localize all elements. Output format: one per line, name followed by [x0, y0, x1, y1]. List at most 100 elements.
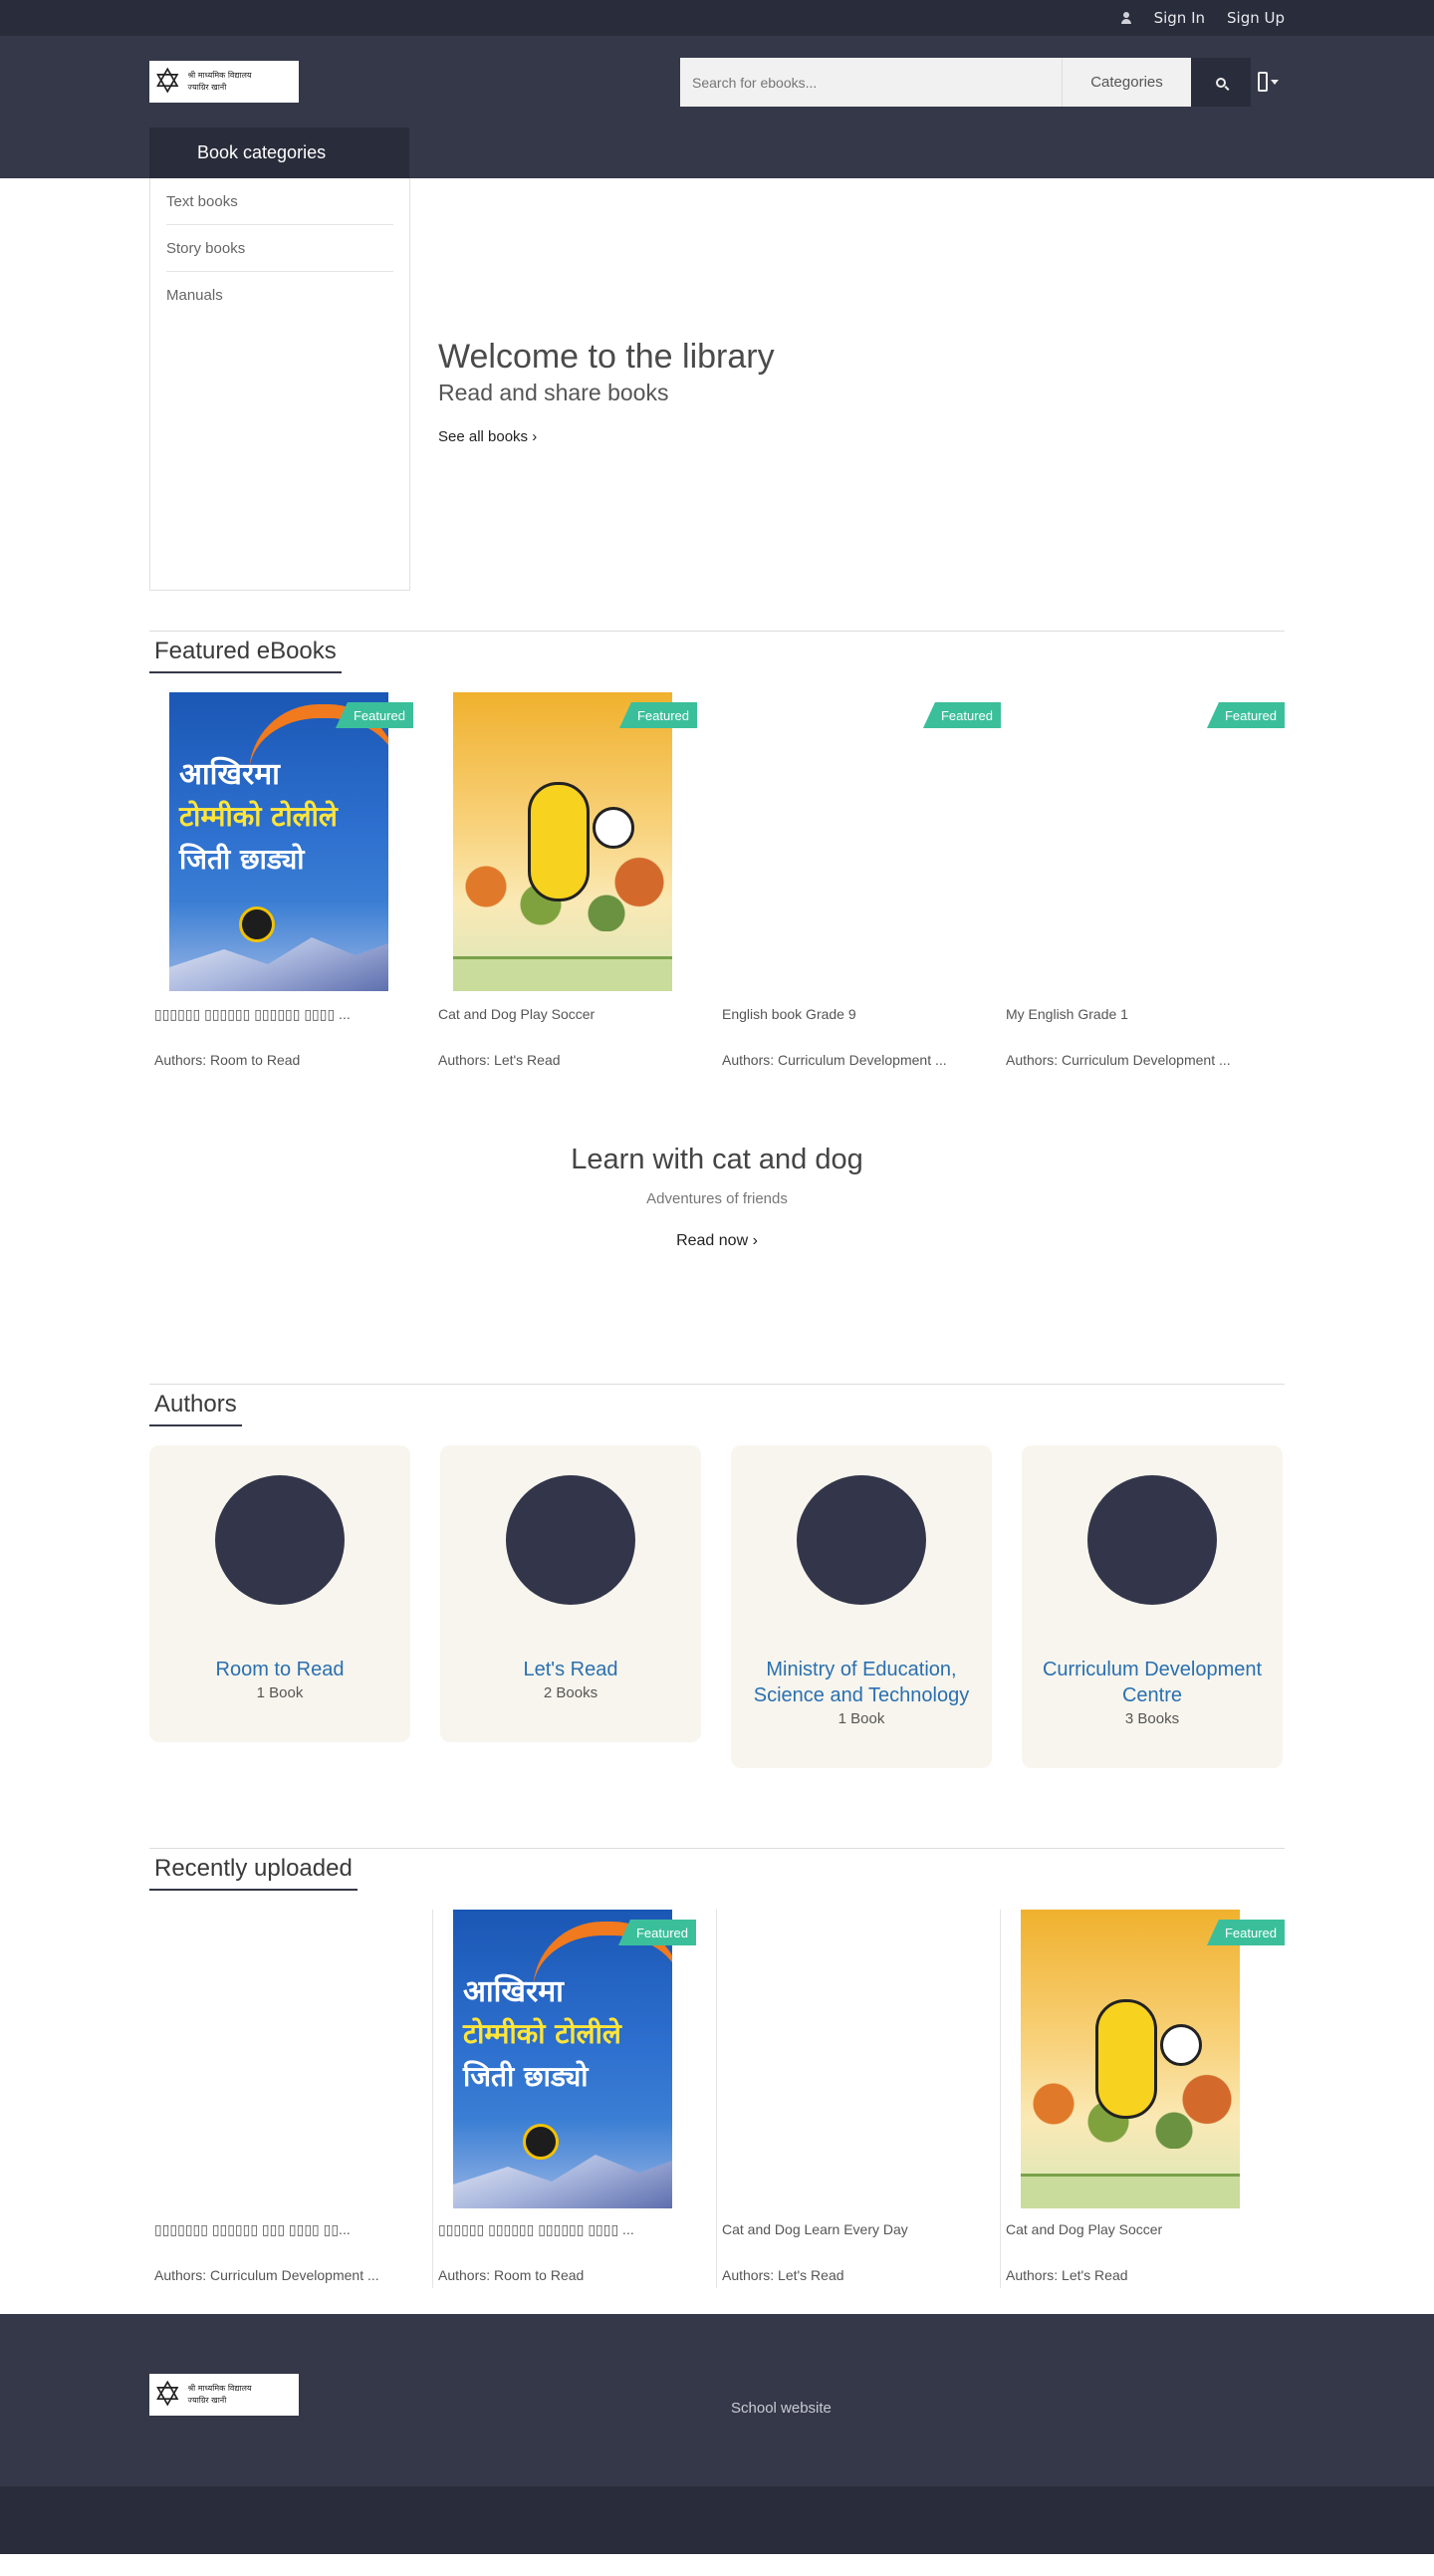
book-categories-header[interactable]: Book categories: [149, 128, 409, 178]
book-card[interactable]: ▯▯▯▯▯▯▯ ▯▯▯▯▯▯ ▯▯▯ ▯▯▯▯ ▯▯... Authors: C…: [149, 1910, 433, 2288]
categories-dropdown[interactable]: Categories: [1062, 58, 1191, 107]
recent-heading: Recently uploaded: [149, 1849, 358, 1891]
book-card[interactable]: Featured My English Grade 1 Authors: Cur…: [1001, 692, 1285, 1068]
book-title[interactable]: ▯▯▯▯▯▯▯ ▯▯▯▯▯▯ ▯▯▯ ▯▯▯▯ ▯▯...: [154, 2221, 398, 2238]
recent-section: Recently uploaded ▯▯▯▯▯▯▯ ▯▯▯▯▯▯ ▯▯▯ ▯▯▯…: [149, 1848, 1285, 2288]
featured-badge: Featured: [1206, 702, 1285, 728]
featured-badge: Featured: [1206, 1920, 1285, 1945]
promo-banner: Learn with cat and dog Adventures of fri…: [149, 1111, 1285, 1342]
arrow-right-icon: ›: [752, 1232, 758, 1249]
site-header: ✡ श्री माध्यमिक विद्यालय ज्याग्रिर खानी …: [0, 36, 1434, 178]
search-input[interactable]: [680, 58, 1062, 107]
logo-line-2: ज्याग्रिर खानी: [187, 83, 227, 92]
search-icon: [1216, 77, 1226, 88]
author-name[interactable]: Room to Read: [149, 1657, 410, 1682]
sidebar-item-story-books[interactable]: Story books: [166, 225, 393, 272]
hero-subtitle: Read and share books: [438, 380, 669, 405]
book-authors: Authors: Curriculum Development ...: [722, 1052, 947, 1068]
book-authors: Authors: Room to Read: [154, 1052, 301, 1068]
author-name[interactable]: Ministry of Education, Science and Techn…: [731, 1657, 992, 1708]
read-now-label: Read now: [676, 1232, 749, 1249]
arrow-right-icon: ›: [532, 428, 538, 445]
sidebar-item-manuals[interactable]: Manuals: [166, 272, 393, 319]
book-card[interactable]: आखिरमा टोम्मीको टोलीले जिती छाड्यो Featu…: [149, 692, 433, 1068]
search-button[interactable]: [1191, 58, 1251, 107]
featured-badge: Featured: [617, 1920, 696, 1945]
book-cover[interactable]: आखिरमा टोम्मीको टोलीले जिती छाड्यो: [169, 692, 388, 991]
sub-footer: [0, 2486, 1434, 2554]
book-card[interactable]: Featured Cat and Dog Play Soccer Authors…: [433, 692, 717, 1068]
author-name[interactable]: Let's Read: [440, 1657, 701, 1682]
author-book-count: 1 Book: [256, 1684, 304, 1701]
book-title[interactable]: My English Grade 1: [1006, 1006, 1250, 1022]
see-all-books-link[interactable]: See all books ›: [438, 428, 537, 445]
author-name[interactable]: Curriculum Development Centre: [1022, 1657, 1283, 1708]
promo-subtitle: Adventures of friends: [646, 1190, 788, 1207]
book-card[interactable]: Featured English book Grade 9 Authors: C…: [717, 692, 1001, 1068]
logo-line-1: श्री माध्यमिक विद्यालय: [187, 2384, 252, 2393]
star-of-david-icon: ✡: [153, 2375, 182, 2415]
book-title[interactable]: ▯▯▯▯▯▯ ▯▯▯▯▯▯ ▯▯▯▯▯▯ ▯▯▯▯ ...: [154, 1006, 398, 1023]
author-card[interactable]: Curriculum Development Centre 3 Books: [1022, 1445, 1283, 1768]
search-bar: Categories: [680, 58, 1191, 107]
logo-line-1: श्री माध्यमिक विद्यालय: [187, 71, 252, 80]
authors-heading: Authors: [149, 1385, 242, 1426]
author-card[interactable]: Ministry of Education, Science and Techn…: [731, 1445, 992, 1768]
book-cover[interactable]: [1021, 1910, 1240, 2208]
book-title[interactable]: English book Grade 9: [722, 1006, 966, 1022]
book-title[interactable]: Cat and Dog Play Soccer: [438, 1006, 682, 1022]
site-footer: ✡ श्री माध्यमिक विद्यालय ज्याग्रिर खानी …: [0, 2314, 1434, 2486]
book-card[interactable]: आखिरमा टोम्मीको टोलीले जिती छाड्यो Featu…: [433, 1910, 717, 2288]
featured-list: आखिरमा टोम्मीको टोलीले जिती छाड्यो Featu…: [149, 692, 1285, 1068]
hero-section: Text books Story books Manuals Welcome t…: [149, 178, 1285, 591]
avatar: [506, 1475, 635, 1605]
book-authors: Authors: Let's Read: [722, 2267, 844, 2283]
author-book-count: 2 Books: [543, 1684, 598, 1701]
book-authors: Authors: Let's Read: [438, 1052, 561, 1068]
footer-logo[interactable]: ✡ श्री माध्यमिक विद्यालय ज्याग्रिर खानी: [149, 2374, 299, 2416]
featured-section: Featured eBooks आखिरमा टोम्मीको टोलीले ज…: [149, 631, 1285, 1068]
star-of-david-icon: ✡: [153, 62, 182, 102]
author-card[interactable]: Let's Read 2 Books: [440, 1445, 701, 1742]
author-book-count: 3 Books: [1124, 1710, 1180, 1727]
cart-button[interactable]: [1258, 70, 1288, 94]
book-card[interactable]: Cat and Dog Learn Every Day Authors: Let…: [717, 1910, 1001, 2288]
sidebar-item-text-books[interactable]: Text books: [166, 178, 393, 225]
featured-badge: Featured: [335, 702, 413, 728]
hero-title: Welcome to the library: [438, 338, 775, 376]
avatar: [215, 1475, 345, 1605]
read-now-link[interactable]: Read now ›: [149, 1232, 1285, 1250]
featured-badge: Featured: [922, 702, 1001, 728]
author-card[interactable]: Room to Read 1 Book: [149, 1445, 410, 1742]
author-book-count: 1 Book: [837, 1710, 885, 1727]
category-sidebar: Text books Story books Manuals: [149, 178, 410, 591]
logo-line-2: ज्याग्रिर खानी: [187, 2396, 227, 2405]
book-card[interactable]: Featured Cat and Dog Play Soccer Authors…: [1001, 1910, 1285, 2288]
book-cover[interactable]: आखिरमा टोम्मीको टोलीले जिती छाड्यो: [453, 1910, 672, 2208]
top-bar: Sign In Sign Up: [0, 0, 1434, 36]
see-all-books-label: See all books: [438, 428, 529, 445]
book-authors: Authors: Room to Read: [438, 2267, 585, 2283]
book-title[interactable]: ▯▯▯▯▯▯ ▯▯▯▯▯▯ ▯▯▯▯▯▯ ▯▯▯▯ ...: [438, 2221, 682, 2238]
featured-heading: Featured eBooks: [149, 632, 342, 673]
featured-badge: Featured: [618, 702, 697, 728]
authors-list: Room to Read 1 Book Let's Read 2 Books M…: [149, 1445, 1285, 1768]
chevron-down-icon: [1271, 79, 1279, 85]
promo-title: Learn with cat and dog: [571, 1144, 863, 1175]
user-icon: [1120, 12, 1132, 24]
book-authors: Authors: Curriculum Development ...: [1006, 1052, 1231, 1068]
avatar: [797, 1475, 926, 1605]
book-title[interactable]: Cat and Dog Learn Every Day: [722, 2221, 966, 2237]
sign-in-link[interactable]: Sign In: [1154, 9, 1205, 27]
book-authors: Authors: Let's Read: [1006, 2267, 1128, 2283]
site-logo[interactable]: ✡ श्री माध्यमिक विद्यालय ज्याग्रिर खानी: [149, 61, 299, 103]
cart-icon: [1258, 72, 1268, 92]
book-cover[interactable]: [453, 692, 672, 991]
sign-up-link[interactable]: Sign Up: [1227, 9, 1285, 27]
avatar: [1087, 1475, 1217, 1605]
authors-section: Authors Room to Read 1 Book Let's Read 2…: [149, 1384, 1285, 1768]
book-authors: Authors: Curriculum Development ...: [154, 2267, 379, 2283]
school-website-link[interactable]: School website: [731, 2400, 832, 2417]
book-title[interactable]: Cat and Dog Play Soccer: [1006, 2221, 1250, 2237]
recent-list: ▯▯▯▯▯▯▯ ▯▯▯▯▯▯ ▯▯▯ ▯▯▯▯ ▯▯... Authors: C…: [149, 1910, 1285, 2288]
